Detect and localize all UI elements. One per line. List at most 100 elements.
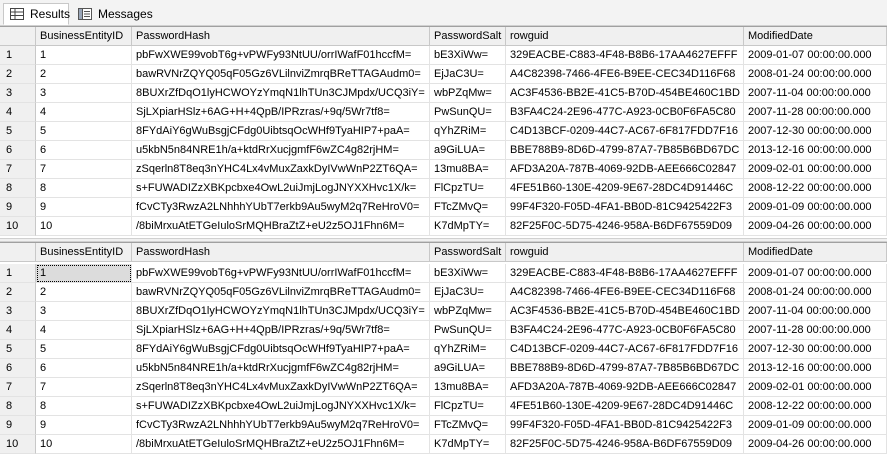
table-row[interactable]: 7 7 zSqerln8T8eq3nYHC4Lx4vMuxZaxkDyIVwWnP2… bbox=[0, 378, 887, 397]
cell-password-salt[interactable]: K7dMpTY= bbox=[430, 217, 506, 236]
cell-business-entity-id[interactable]: 9 bbox=[36, 416, 132, 435]
cell-rowguid[interactable]: AFD3A20A-787B-4069-92DB-AEE666C02847 bbox=[506, 160, 744, 179]
cell-business-entity-id[interactable]: 6 bbox=[36, 359, 132, 378]
row-number[interactable]: 8 bbox=[0, 179, 36, 198]
cell-password-salt[interactable]: 13mu8BA= bbox=[430, 160, 506, 179]
table-row[interactable]: 1 1 pbFwXWE99vobT6g+vPWFy93NtUU/orrIWafF01… bbox=[0, 46, 887, 65]
cell-business-entity-id[interactable]: 2 bbox=[36, 283, 132, 302]
cell-business-entity-id[interactable]: 8 bbox=[36, 397, 132, 416]
row-number[interactable]: 2 bbox=[0, 65, 36, 84]
cell-password-salt[interactable]: FTcZMvQ= bbox=[430, 198, 506, 217]
cell-password-hash[interactable]: 8BUXrZfDqO1lyHCWOYzYmqN1lhTUn3CJMpdx/UCQ… bbox=[132, 84, 430, 103]
cell-password-hash[interactable]: zSqerln8T8eq3nYHC4Lx4vMuxZaxkDyIVwWnP2ZT… bbox=[132, 160, 430, 179]
cell-password-hash[interactable]: SjLXpiarHSlz+6AG+H+4QpB/IPRzras/+9q/5Wr7… bbox=[132, 103, 430, 122]
cell-business-entity-id[interactable]: 7 bbox=[36, 160, 132, 179]
table-row[interactable]: 7 7 zSqerln8T8eq3nYHC4Lx4vMuxZaxkDyIVwWnP2… bbox=[0, 160, 887, 179]
row-number[interactable]: 4 bbox=[0, 321, 36, 340]
cell-rowguid[interactable]: 329EACBE-C883-4F48-B8B6-17AA4627EFFF bbox=[506, 46, 744, 65]
cell-password-salt[interactable]: FlCpzTU= bbox=[430, 179, 506, 198]
column-header-row-number[interactable] bbox=[0, 243, 36, 262]
cell-password-hash[interactable]: fCvCTy3RwzA2LNhhhYUbT7erkb9Au5wyM2q7ReHr… bbox=[132, 416, 430, 435]
table-row[interactable]: 9 9 fCvCTy3RwzA2LNhhhYUbT7erkb9Au5wyM2q7Re… bbox=[0, 416, 887, 435]
cell-modified-date[interactable]: 2009-01-07 00:00:00.000 bbox=[744, 264, 887, 283]
row-number[interactable]: 2 bbox=[0, 283, 36, 302]
cell-modified-date[interactable]: 2007-11-04 00:00:00.000 bbox=[744, 84, 887, 103]
cell-password-hash[interactable]: s+FUWADIZzXBKpcbxe4OwL2uiJmjLogJNYXXHvc1… bbox=[132, 397, 430, 416]
column-header-password-salt[interactable]: PasswordSalt bbox=[430, 243, 506, 262]
cell-rowguid[interactable]: C4D13BCF-0209-44C7-AC67-6F817FDD7F16 bbox=[506, 122, 744, 141]
cell-password-salt[interactable]: 13mu8BA= bbox=[430, 378, 506, 397]
cell-business-entity-id[interactable]: 7 bbox=[36, 378, 132, 397]
cell-business-entity-id[interactable]: 6 bbox=[36, 141, 132, 160]
row-number[interactable]: 8 bbox=[0, 397, 36, 416]
cell-password-salt[interactable]: EjJaC3U= bbox=[430, 65, 506, 84]
cell-business-entity-id[interactable]: 10 bbox=[36, 217, 132, 236]
column-header-password-salt[interactable]: PasswordSalt bbox=[430, 27, 506, 46]
tab-messages[interactable]: Messages bbox=[72, 3, 153, 25]
cell-password-salt[interactable]: PwSunQU= bbox=[430, 103, 506, 122]
cell-modified-date[interactable]: 2008-01-24 00:00:00.000 bbox=[744, 283, 887, 302]
row-number[interactable]: 5 bbox=[0, 340, 36, 359]
cell-business-entity-id[interactable]: 3 bbox=[36, 302, 132, 321]
cell-password-hash[interactable]: pbFwXWE99vobT6g+vPWFy93NtUU/orrIWafF01hc… bbox=[132, 46, 430, 65]
row-number[interactable]: 4 bbox=[0, 103, 36, 122]
cell-modified-date[interactable]: 2009-01-09 00:00:00.000 bbox=[744, 198, 887, 217]
cell-rowguid[interactable]: 4FE51B60-130E-4209-9E67-28DC4D91446C bbox=[506, 397, 744, 416]
table-row[interactable]: 6 6 u5kbN5n84NRE1h/a+ktdRrXucjgmfF6wZC4g82… bbox=[0, 141, 887, 160]
table-row[interactable]: 10 10/8biMrxuAtETGeIuloSrMQHBraZtZ+eU2z5O… bbox=[0, 435, 887, 454]
cell-modified-date[interactable]: 2007-11-28 00:00:00.000 bbox=[744, 321, 887, 340]
cell-business-entity-id[interactable]: 4 bbox=[36, 103, 132, 122]
cell-modified-date[interactable]: 2013-12-16 00:00:00.000 bbox=[744, 141, 887, 160]
column-header-row-number[interactable] bbox=[0, 27, 36, 46]
cell-password-hash[interactable]: s+FUWADIZzXBKpcbxe4OwL2uiJmjLogJNYXXHvc1… bbox=[132, 179, 430, 198]
row-number[interactable]: 5 bbox=[0, 122, 36, 141]
cell-rowguid[interactable]: 99F4F320-F05D-4FA1-BB0D-81C9425422F3 bbox=[506, 416, 744, 435]
column-header-password-hash[interactable]: PasswordHash bbox=[132, 243, 430, 262]
cell-business-entity-id[interactable]: 3 bbox=[36, 84, 132, 103]
row-number[interactable]: 9 bbox=[0, 198, 36, 217]
cell-password-salt[interactable]: K7dMpTY= bbox=[430, 435, 506, 454]
table-row[interactable]: 5 5 8FYdAiY6gWuBsgjCFdg0UibtsqOcWHf9TyaHIP… bbox=[0, 340, 887, 359]
cell-modified-date[interactable]: 2008-12-22 00:00:00.000 bbox=[744, 179, 887, 198]
row-number[interactable]: 9 bbox=[0, 416, 36, 435]
cell-business-entity-id[interactable]: 5 bbox=[36, 340, 132, 359]
row-number[interactable]: 7 bbox=[0, 378, 36, 397]
cell-password-salt[interactable]: FTcZMvQ= bbox=[430, 416, 506, 435]
table-row[interactable]: 4 4 SjLXpiarHSlz+6AG+H+4QpB/IPRzras/+9q/5W… bbox=[0, 321, 887, 340]
cell-password-hash[interactable]: u5kbN5n84NRE1h/a+ktdRrXucjgmfF6wZC4g82rj… bbox=[132, 141, 430, 160]
cell-password-hash[interactable]: 8FYdAiY6gWuBsgjCFdg0UibtsqOcWHf9TyaHIP7+… bbox=[132, 122, 430, 141]
cell-business-entity-id[interactable]: 1 bbox=[36, 264, 132, 283]
cell-modified-date[interactable]: 2009-01-09 00:00:00.000 bbox=[744, 416, 887, 435]
column-header-modified-date[interactable]: ModifiedDate bbox=[744, 27, 887, 46]
results-grid-1[interactable]: BusinessEntityID PasswordHash PasswordSalt… bbox=[0, 26, 887, 238]
cell-modified-date[interactable]: 2009-04-26 00:00:00.000 bbox=[744, 217, 887, 236]
row-number[interactable]: 10 bbox=[0, 217, 36, 236]
cell-modified-date[interactable]: 2009-04-26 00:00:00.000 bbox=[744, 435, 887, 454]
cell-rowguid[interactable]: C4D13BCF-0209-44C7-AC67-6F817FDD7F16 bbox=[506, 340, 744, 359]
cell-password-hash[interactable]: /8biMrxuAtETGeIuloSrMQHBraZtZ+eU2z5OJ1Fh… bbox=[132, 217, 430, 236]
cell-modified-date[interactable]: 2007-12-30 00:00:00.000 bbox=[744, 122, 887, 141]
cell-password-salt[interactable]: bE3XiWw= bbox=[430, 264, 506, 283]
row-number[interactable]: 1 bbox=[0, 46, 36, 65]
cell-business-entity-id[interactable]: 8 bbox=[36, 179, 132, 198]
table-row[interactable]: 3 3 8BUXrZfDqO1lyHCWOYzYmqN1lhTUn3CJMpdx/U… bbox=[0, 84, 887, 103]
cell-modified-date[interactable]: 2009-02-01 00:00:00.000 bbox=[744, 378, 887, 397]
cell-rowguid[interactable]: A4C82398-7466-4FE6-B9EE-CEC34D116F68 bbox=[506, 65, 744, 84]
cell-business-entity-id[interactable]: 9 bbox=[36, 198, 132, 217]
table-row[interactable]: 5 5 8FYdAiY6gWuBsgjCFdg0UibtsqOcWHf9TyaHIP… bbox=[0, 122, 887, 141]
table-row[interactable]: 10 10/8biMrxuAtETGeIuloSrMQHBraZtZ+eU2z5O… bbox=[0, 217, 887, 236]
cell-password-hash[interactable]: bawRVNrZQYQ05qF05Gz6VLilnviZmrqBReTTAGAu… bbox=[132, 283, 430, 302]
cell-password-salt[interactable]: qYhZRiM= bbox=[430, 122, 506, 141]
cell-password-hash[interactable]: u5kbN5n84NRE1h/a+ktdRrXucjgmfF6wZC4g82rj… bbox=[132, 359, 430, 378]
cell-password-salt[interactable]: a9GiLUA= bbox=[430, 359, 506, 378]
results-grid-2[interactable]: BusinessEntityID PasswordHash PasswordSalt… bbox=[0, 242, 887, 458]
row-number[interactable]: 6 bbox=[0, 141, 36, 160]
cell-modified-date[interactable]: 2009-01-07 00:00:00.000 bbox=[744, 46, 887, 65]
column-header-rowguid[interactable]: rowguid bbox=[506, 27, 744, 46]
cell-rowguid[interactable]: 4FE51B60-130E-4209-9E67-28DC4D91446C bbox=[506, 179, 744, 198]
cell-rowguid[interactable]: B3FA4C24-2E96-477C-A923-0CB0F6FA5C80 bbox=[506, 103, 744, 122]
cell-password-hash[interactable]: 8FYdAiY6gWuBsgjCFdg0UibtsqOcWHf9TyaHIP7+… bbox=[132, 340, 430, 359]
table-row[interactable]: 1 1 pbFwXWE99vobT6g+vPWFy93NtUU/orrIWafF01… bbox=[0, 264, 887, 283]
column-header-rowguid[interactable]: rowguid bbox=[506, 243, 744, 262]
row-number[interactable]: 1 bbox=[0, 264, 36, 283]
